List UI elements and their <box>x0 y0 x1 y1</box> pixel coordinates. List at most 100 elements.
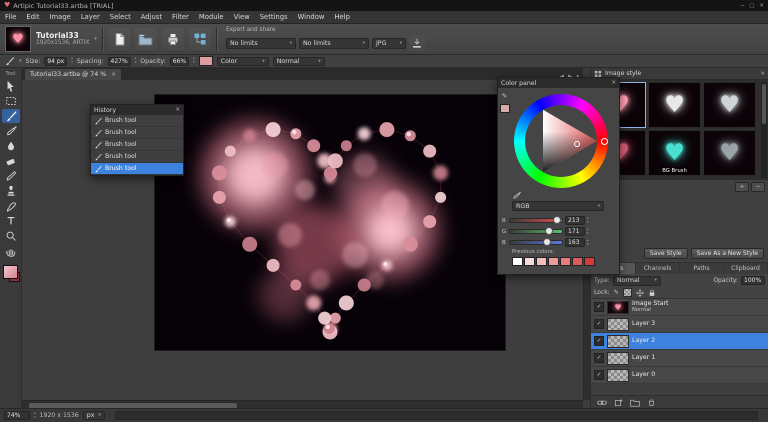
hand-tool-button[interactable] <box>2 244 20 258</box>
history-item[interactable]: Brush tool <box>91 139 183 151</box>
fill-tool-button[interactable] <box>2 139 20 153</box>
menu-filter[interactable]: Filter <box>167 13 194 21</box>
opacity-stepper[interactable]: ▴ ▾ <box>193 57 195 64</box>
layer-row[interactable]: ✓ Layer 3 <box>591 316 768 333</box>
layer-row[interactable]: ✓ Layer 0 <box>591 367 768 384</box>
layer-thumbnail[interactable] <box>607 334 629 348</box>
previous-color-swatch[interactable] <box>548 257 559 266</box>
export-format-select[interactable]: JPG ▾ <box>371 37 406 49</box>
red-value-input[interactable]: 213 <box>565 216 585 225</box>
zoom-tool-button[interactable] <box>2 229 20 243</box>
color-mode-select[interactable]: RGB ▾ <box>512 201 604 211</box>
layer-visibility-checkbox[interactable]: ✓ <box>594 353 604 363</box>
spacing-stepper[interactable]: ▴ ▾ <box>135 57 137 64</box>
layer-visibility-checkbox[interactable]: ✓ <box>594 370 604 380</box>
lock-all-icon[interactable] <box>648 289 656 297</box>
remove-style-button[interactable]: − <box>751 181 765 192</box>
opacity-input[interactable]: 66% <box>169 56 190 66</box>
export-limit-select-1[interactable]: No limits ▾ <box>225 37 296 49</box>
brush-dropdown-icon[interactable]: ▾ <box>19 58 22 64</box>
foreground-color-swatch[interactable] <box>2 265 18 279</box>
tab-clipboard[interactable]: Clipboard <box>724 263 767 274</box>
green-value-input[interactable]: 171 <box>565 227 585 236</box>
eyedropper-tool-button[interactable] <box>2 124 20 138</box>
saturation-marker[interactable] <box>574 141 580 147</box>
previous-color-swatch[interactable] <box>584 257 595 266</box>
marquee-select-tool-button[interactable] <box>2 94 20 108</box>
share-button[interactable] <box>189 28 211 50</box>
lock-transparency-icon[interactable] <box>622 288 632 297</box>
save-style-button[interactable]: Save Style <box>643 248 688 259</box>
move-tool-button[interactable] <box>2 79 20 93</box>
document-dropdown-icon[interactable]: ▾ <box>94 36 97 42</box>
minimize-button[interactable]: ─ <box>741 3 744 9</box>
layer-thumbnail[interactable]: ♥ <box>607 300 629 314</box>
document-thumbnail[interactable]: ♥ <box>5 26 31 52</box>
layer-visibility-checkbox[interactable]: ✓ <box>594 336 604 346</box>
previous-color-swatch[interactable] <box>512 257 523 266</box>
menu-window[interactable]: Window <box>293 13 330 21</box>
style-thumb[interactable]: ♥ <box>648 82 701 128</box>
history-item-selected[interactable]: Brush tool <box>91 163 183 175</box>
brush-color-chip[interactable] <box>198 56 213 66</box>
style-thumb[interactable]: ♥ BG Brush <box>648 130 701 176</box>
print-button[interactable] <box>162 28 184 50</box>
link-layers-icon[interactable] <box>597 398 607 407</box>
lock-paint-icon[interactable]: ✎ <box>614 289 619 296</box>
tab-channels[interactable]: Channels <box>636 263 679 274</box>
brush-tool-button[interactable] <box>1 109 20 123</box>
delete-layer-icon[interactable] <box>647 398 656 407</box>
size-input[interactable]: 94 px <box>44 56 68 66</box>
image-style-close-icon[interactable]: ✕ <box>760 71 765 77</box>
eraser-tool-button[interactable] <box>2 154 20 168</box>
export-limit-select-2[interactable]: No limits ▾ <box>298 37 369 49</box>
previous-color-swatch[interactable] <box>524 257 535 266</box>
color-mode-select[interactable]: Color ▾ <box>216 56 269 66</box>
canvas-horizontal-scrollbar[interactable] <box>22 400 583 422</box>
unit-select[interactable]: px ▾ <box>82 411 105 420</box>
blue-slider-thumb[interactable] <box>543 238 552 246</box>
menu-help[interactable]: Help <box>329 13 355 21</box>
layer-opacity-input[interactable]: 100% <box>741 276 765 285</box>
layer-visibility-checkbox[interactable]: ✓ <box>594 319 604 329</box>
layer-row-image-start[interactable]: ✓ ♥ Image Start Normal <box>591 299 768 316</box>
text-tool-button[interactable] <box>2 214 20 228</box>
menu-edit[interactable]: Edit <box>21 13 44 21</box>
layer-blend-select[interactable]: Normal ▾ <box>612 275 661 286</box>
menu-file[interactable]: File <box>0 13 21 21</box>
previous-color-swatch[interactable] <box>560 257 571 266</box>
open-file-button[interactable] <box>135 28 157 50</box>
color-panel-close-icon[interactable]: ✕ <box>611 80 616 86</box>
green-slider-thumb[interactable] <box>544 227 553 235</box>
tab-paths[interactable]: Paths <box>680 263 723 274</box>
new-document-button[interactable] <box>108 28 130 50</box>
layer-thumbnail[interactable] <box>607 368 629 382</box>
smudge-tool-button[interactable] <box>2 199 20 213</box>
pencil-tool-button[interactable] <box>2 169 20 183</box>
blue-value-input[interactable]: 163 <box>565 238 585 247</box>
clone-stamp-tool-button[interactable] <box>2 184 20 198</box>
size-stepper[interactable]: ▴ ▾ <box>71 57 73 64</box>
style-thumb[interactable]: ♥ <box>703 82 756 128</box>
green-slider[interactable] <box>509 227 563 235</box>
zoom-stepper[interactable]: ▴ ▾ <box>34 411 36 419</box>
layer-thumbnail[interactable] <box>607 317 629 331</box>
color-panel-header[interactable]: Color panel ✕ <box>498 78 619 88</box>
new-layer-icon[interactable] <box>614 398 623 407</box>
red-slider-thumb[interactable] <box>553 216 562 224</box>
layer-row-selected[interactable]: ✓ Layer 2 <box>591 333 768 350</box>
menu-select[interactable]: Select <box>105 13 136 21</box>
lock-position-icon[interactable] <box>636 288 644 297</box>
document-tab-close-icon[interactable]: ✕ <box>111 72 116 78</box>
layer-group-icon[interactable] <box>630 398 640 407</box>
previous-color-swatch[interactable] <box>536 257 547 266</box>
style-scrollbar[interactable] <box>761 82 767 178</box>
blue-stepper[interactable]: ▴ ▾ <box>587 238 589 246</box>
close-button[interactable]: ✕ <box>759 3 764 9</box>
menu-image[interactable]: Image <box>45 13 76 21</box>
menu-settings[interactable]: Settings <box>255 13 293 21</box>
history-item[interactable]: Brush tool <box>91 127 183 139</box>
style-scroll-thumb[interactable] <box>762 84 766 124</box>
style-thumb[interactable]: ♥ <box>703 130 756 176</box>
history-close-icon[interactable]: ✕ <box>175 107 180 113</box>
